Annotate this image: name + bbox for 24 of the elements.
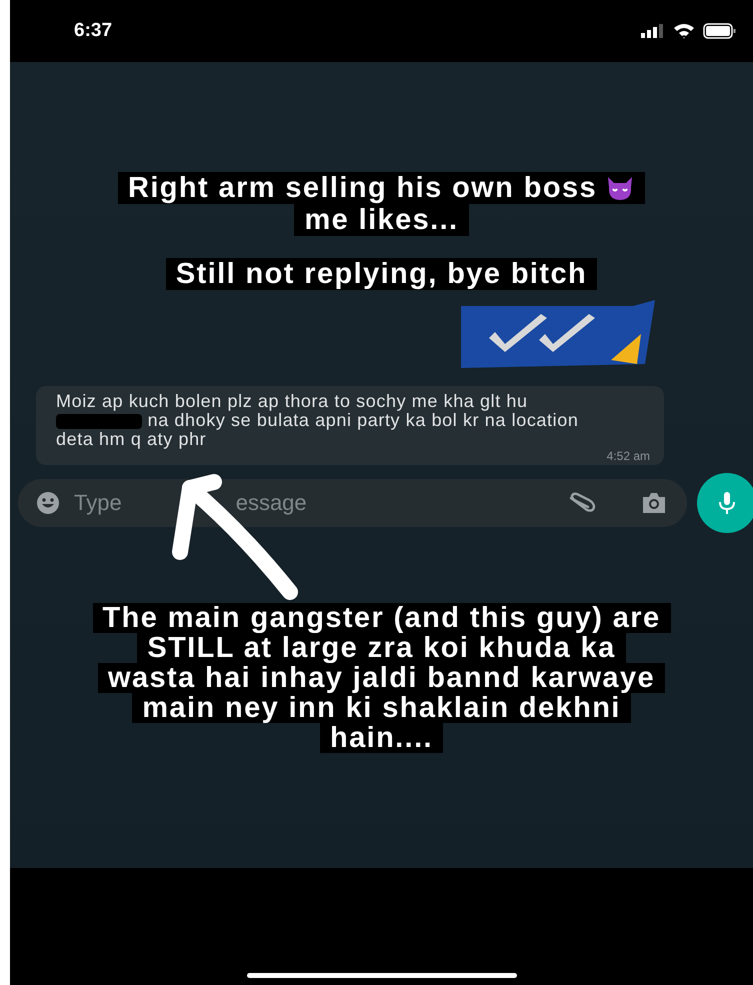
message-input-field[interactable]: Type essage bbox=[18, 479, 687, 527]
story-caption: hain.... bbox=[320, 723, 444, 753]
story-caption: Still not replying, bye bitch bbox=[176, 258, 588, 290]
signal-icon bbox=[641, 24, 665, 38]
story-caption: me likes... bbox=[304, 204, 459, 236]
placeholder-text: essage bbox=[236, 490, 307, 516]
placeholder-text: Type bbox=[74, 490, 122, 516]
battery-icon bbox=[703, 23, 737, 39]
story-caption: Right arm selling his own boss bbox=[128, 172, 597, 204]
camera-icon[interactable] bbox=[641, 492, 667, 514]
message-time: 4:52 am bbox=[606, 449, 650, 463]
story-caption: STILL at large zra koi khuda ka bbox=[137, 633, 626, 663]
double-check-sticker-icon bbox=[461, 300, 657, 368]
message-text: Moiz ap kuch bolen plz ap thora to sochy me kha glt hu na dhoky se bulata apni party ka bol kr na location deta hm q aty phr bbox=[56, 392, 580, 449]
story-caption: wasta hai inhay jaldi bannd karwaye bbox=[98, 663, 665, 693]
story-caption: main ney inn ki shaklain dekhni bbox=[132, 693, 631, 723]
microphone-button[interactable] bbox=[697, 473, 753, 533]
emoji-icon[interactable] bbox=[36, 491, 60, 515]
story-caption: The main gangster (and this guy) are bbox=[92, 603, 670, 633]
wifi-icon bbox=[673, 23, 695, 39]
devil-emoji-icon bbox=[605, 175, 635, 201]
paperclip-icon[interactable] bbox=[567, 492, 597, 514]
microphone-icon bbox=[718, 491, 736, 515]
status-time: 6:37 bbox=[74, 20, 112, 42]
